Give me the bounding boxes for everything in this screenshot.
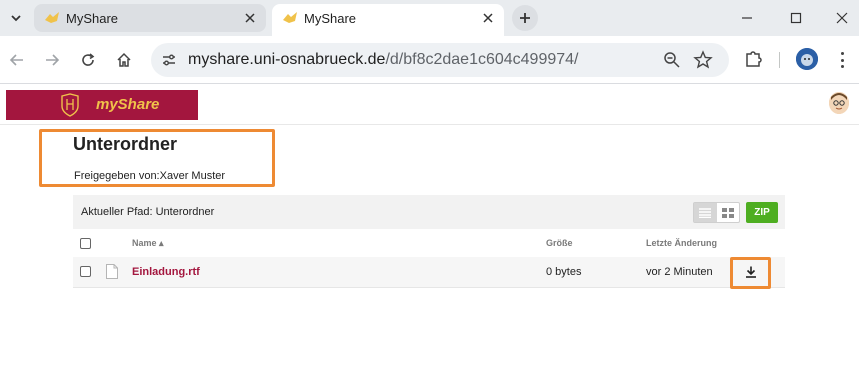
profile-face-icon [796, 48, 818, 70]
close-window-button[interactable] [832, 8, 852, 28]
url-host: myshare.uni-osnabrueck.de [188, 51, 386, 68]
zoom-icon[interactable] [663, 51, 681, 69]
close-icon [836, 12, 848, 24]
maximize-icon [790, 12, 802, 24]
browser-menu-button[interactable] [834, 50, 850, 70]
arrow-left-icon [9, 54, 23, 66]
forward-button[interactable] [40, 48, 64, 72]
logo-text: myShare [96, 96, 160, 113]
grid-view-icon [721, 207, 734, 218]
file-icon [106, 264, 118, 279]
table-header: Name ▴ Größe Letzte Änderung [73, 233, 785, 257]
chevron-down-icon [11, 15, 21, 22]
tab-search-button[interactable] [4, 6, 28, 30]
myshare-logo[interactable]: myShare [6, 90, 198, 120]
bookmark-star-icon[interactable] [693, 50, 713, 70]
reload-button[interactable] [76, 48, 100, 72]
list-view-icon [699, 207, 712, 218]
myshare-favicon-icon [45, 12, 59, 23]
tab-title: MyShare [66, 11, 119, 26]
select-all-checkbox[interactable] [80, 238, 91, 249]
user-avatar[interactable] [829, 92, 849, 114]
home-icon [117, 52, 131, 67]
browser-tab-1[interactable]: MyShare [34, 4, 266, 32]
toolbar-divider [779, 52, 780, 68]
modified-column-header[interactable]: Letzte Änderung [646, 238, 717, 248]
path-bar: Aktueller Pfad: Unterordner ZIP [73, 195, 785, 229]
user-face-icon [829, 92, 849, 114]
reload-icon [82, 53, 95, 66]
close-tab-icon[interactable] [242, 10, 258, 26]
browser-tab-2[interactable]: MyShare [272, 4, 504, 36]
app-header: myShare [0, 85, 859, 125]
view-mode-toggle [693, 202, 740, 223]
file-size: 0 bytes [546, 266, 582, 278]
row-checkbox[interactable] [80, 266, 91, 277]
url-text: myshare.uni-osnabrueck.de/d/bf8c2dae1c60… [188, 51, 579, 69]
close-tab-icon[interactable] [480, 10, 496, 26]
extensions-puzzle-icon[interactable] [743, 48, 765, 70]
myshare-favicon-icon [283, 12, 297, 23]
file-modified: vor 2 Minuten [646, 266, 713, 278]
site-info-icon[interactable] [159, 50, 179, 70]
current-path: Aktueller Pfad: Unterordner [81, 206, 215, 218]
back-button[interactable] [5, 48, 29, 72]
minimize-icon [742, 17, 752, 19]
name-column-header[interactable]: Name ▴ [132, 238, 164, 249]
size-column-header[interactable]: Größe [546, 238, 573, 248]
new-tab-button[interactable] [512, 5, 538, 31]
maximize-button[interactable] [786, 8, 806, 28]
profile-avatar[interactable] [796, 48, 818, 70]
url-path: /d/bf8c2dae1c604c499974/ [385, 51, 579, 68]
tab-title: MyShare [304, 11, 357, 26]
university-crest-icon [61, 93, 79, 117]
minimize-button[interactable] [737, 8, 757, 28]
download-highlight-box [730, 257, 771, 289]
browser-tab-strip: MyShare MyShare [0, 0, 859, 36]
browser-toolbar: myshare.uni-osnabrueck.de/d/bf8c2dae1c60… [0, 36, 859, 84]
address-bar[interactable]: myshare.uni-osnabrueck.de/d/bf8c2dae1c60… [151, 43, 729, 77]
plus-icon [520, 13, 530, 23]
title-highlight-box [39, 129, 275, 187]
grid-view-button[interactable] [717, 203, 740, 222]
file-name-link[interactable]: Einladung.rtf [132, 266, 200, 278]
zip-download-button[interactable]: ZIP [746, 202, 778, 223]
table-row: Einladung.rtf 0 bytes vor 2 Minuten [73, 257, 785, 288]
list-view-button[interactable] [694, 203, 717, 222]
home-button[interactable] [112, 48, 136, 72]
arrow-right-icon [46, 54, 60, 66]
